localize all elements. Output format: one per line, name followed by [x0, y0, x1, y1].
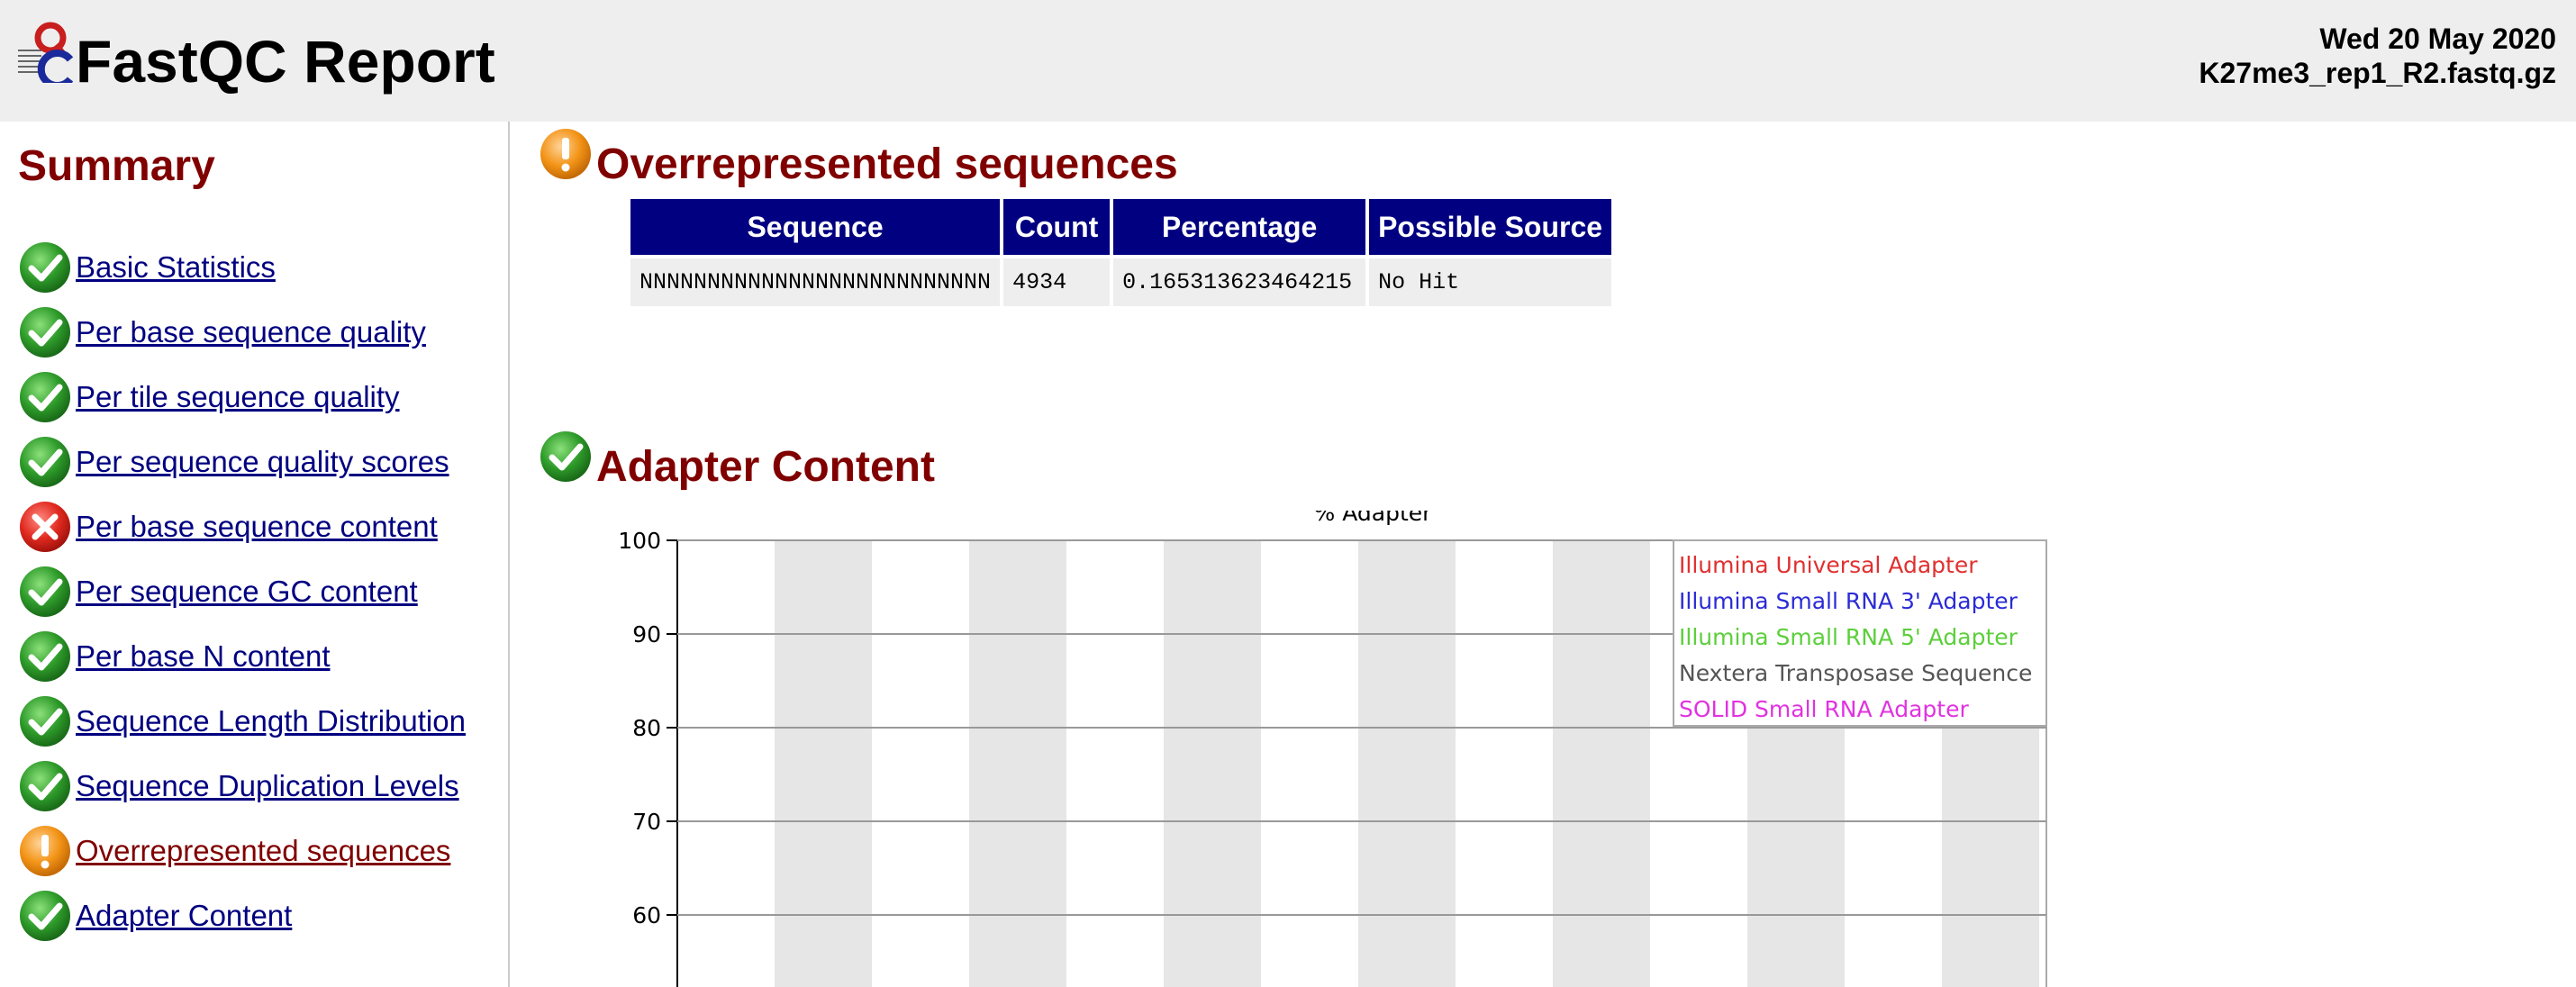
pass-icon [540, 431, 591, 482]
sidebar-item: Per base sequence quality [18, 300, 466, 365]
warning-icon [20, 826, 70, 876]
sidebar-item: Per tile sequence quality [18, 365, 466, 430]
column-header-percentage: Percentage [1113, 199, 1366, 255]
sidebar-link[interactable]: Sequence Duplication Levels [76, 769, 459, 803]
cell-count: 4934 [1003, 258, 1111, 306]
sidebar-link[interactable]: Per tile sequence quality [76, 380, 400, 414]
report-header: FastQC Report Wed 20 May 2020 K27me3_rep… [0, 0, 2576, 122]
chart-band [1553, 540, 1650, 987]
sidebar-item: Sequence Length Distribution [18, 689, 466, 754]
cell-sequence: NNNNNNNNNNNNNNNNNNNNNNNNNN [630, 258, 1001, 306]
pass-icon [20, 566, 70, 617]
sidebar-item: Per sequence GC content [18, 559, 466, 624]
summary-title: Summary [18, 142, 215, 190]
pass-icon [20, 437, 70, 487]
legend-entry: Illumina Small RNA 5' Adapter [1679, 624, 2018, 650]
pass-icon [20, 372, 70, 422]
sidebar-link[interactable]: Basic Statistics [76, 250, 276, 285]
chart-band [1164, 540, 1261, 987]
overrepresented-table: Sequence Count Percentage Possible Sourc… [627, 195, 1615, 310]
legend-entry: SOLID Small RNA Adapter [1679, 696, 1969, 722]
sidebar-item: Overrepresented sequences [18, 819, 466, 883]
column-header-count: Count [1003, 199, 1111, 255]
pass-icon [20, 696, 70, 747]
report-date: Wed 20 May 2020 [2319, 23, 2556, 55]
sidebar-item: Per base sequence content [18, 494, 466, 559]
legend-entry: Nextera Transposase Sequence [1679, 660, 2032, 686]
y-tick-label: 90 [632, 621, 661, 647]
sidebar-link[interactable]: Per base sequence quality [76, 315, 426, 349]
pass-icon [20, 631, 70, 682]
sidebar-link[interactable]: Per sequence quality scores [76, 445, 449, 479]
legend-entry: Illumina Universal Adapter [1679, 552, 1978, 578]
chart-band [1358, 540, 1456, 987]
summary-nav: Basic Statistics Per base sequence qualit… [18, 235, 466, 948]
table-row: NNNNNNNNNNNNNNNNNNNNNNNNNN 4934 0.165313… [630, 258, 1612, 306]
sidebar-link[interactable]: Per base sequence content [76, 510, 438, 544]
report-filename: K27me3_rep1_R2.fastq.gz [2199, 57, 2556, 89]
sidebar-item: Adapter Content [18, 883, 466, 948]
column-header-possible-source: Possible Source [1369, 199, 1612, 255]
summary-sidebar: Summary Basic Statistics Per base sequenc… [0, 122, 510, 987]
sidebar-item: Per sequence quality scores [18, 430, 466, 494]
pass-icon [20, 307, 70, 358]
chart-band [775, 540, 872, 987]
column-header-sequence: Sequence [630, 199, 1001, 255]
adapter-content-chart: 100 90 80 70 60 % Adapter Illumina Universal A… [618, 511, 2047, 987]
pass-icon [20, 242, 70, 293]
sidebar-link[interactable]: Per sequence GC content [76, 575, 418, 609]
chart-band [969, 540, 1066, 987]
sidebar-link[interactable]: Adapter Content [76, 899, 292, 933]
warning-icon [540, 129, 591, 179]
y-tick-label: 70 [632, 809, 661, 835]
sidebar-item: Per base N content [18, 624, 466, 689]
pass-icon [20, 761, 70, 811]
sidebar-link[interactable]: Per base N content [76, 639, 331, 674]
y-tick-label: 80 [632, 715, 661, 741]
fail-icon [20, 502, 70, 552]
fastqc-logo-icon [18, 22, 74, 83]
adapter-content-title: Adapter Content [596, 443, 935, 491]
chart-title: % Adapter [1314, 511, 1433, 526]
legend-entry: Illumina Small RNA 3' Adapter [1679, 588, 2018, 614]
sidebar-item: Sequence Duplication Levels [18, 754, 466, 819]
cell-percentage: 0.165313623464215 [1113, 258, 1366, 306]
pass-icon [20, 891, 70, 941]
y-tick-label: 100 [618, 528, 661, 554]
sidebar-item: Basic Statistics [18, 235, 466, 300]
overrepresented-title: Overrepresented sequences [596, 140, 1178, 188]
report-main: Overrepresented sequences Sequence Count… [537, 122, 2576, 987]
sidebar-link[interactable]: Overrepresented sequences [76, 834, 450, 868]
report-title: FastQC Report [76, 28, 495, 95]
report-meta: Wed 20 May 2020 K27me3_rep1_R2.fastq.gz [2199, 22, 2556, 90]
sidebar-link[interactable]: Sequence Length Distribution [76, 704, 466, 738]
y-tick-label: 60 [632, 902, 661, 928]
cell-possible-source: No Hit [1369, 258, 1612, 306]
